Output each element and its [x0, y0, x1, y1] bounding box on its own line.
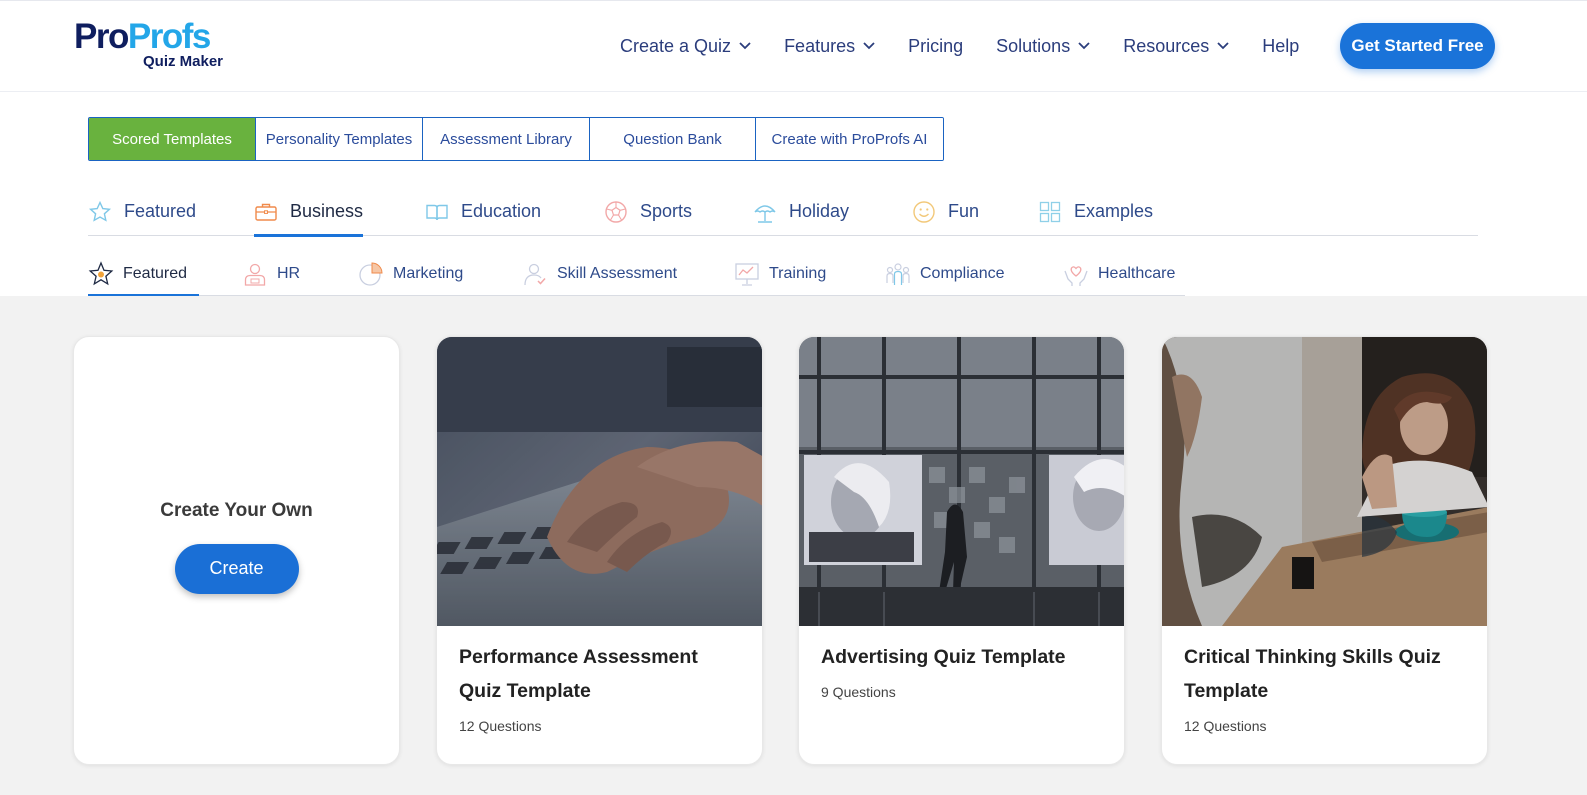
chevron-down-icon: [863, 42, 875, 50]
building-billboards-photo: [799, 337, 1124, 626]
category-tab-label: Business: [290, 201, 364, 221]
tab-scored-templates[interactable]: Scored Templates: [89, 118, 256, 160]
category-tab-examples[interactable]: Examples: [1038, 188, 1153, 235]
template-card[interactable]: Performance Assessment Quiz Template 12 …: [436, 336, 763, 765]
category-tab-business[interactable]: Business: [254, 188, 364, 237]
laptop-typing-photo: [437, 337, 762, 626]
tab-personality-templates[interactable]: Personality Templates: [256, 118, 423, 160]
template-type-tabs: Scored Templates Personality Templates A…: [88, 117, 944, 161]
nav-label: Features: [784, 35, 856, 56]
template-title[interactable]: Critical Thinking Skills Quiz Template: [1162, 626, 1487, 708]
heart-hands-icon: [1063, 261, 1089, 287]
subcategory-tab-marketing[interactable]: Marketing: [358, 252, 463, 295]
nav-solutions[interactable]: Solutions: [996, 36, 1090, 57]
subcategory-tab-label: Compliance: [920, 264, 1005, 282]
cafe-conversation-photo: [1162, 337, 1487, 626]
nav-resources[interactable]: Resources: [1123, 36, 1229, 57]
get-started-free-button[interactable]: Get Started Free: [1340, 23, 1495, 69]
category-tab-label: Examples: [1074, 201, 1154, 221]
subcategory-tab-label: Healthcare: [1098, 264, 1176, 282]
subcategory-tab-training[interactable]: Training: [734, 252, 826, 295]
site-header: ProProfs Quiz Maker Create a Quiz Featur…: [0, 0, 1587, 92]
briefcase-icon: [254, 200, 278, 224]
chevron-down-icon: [739, 42, 751, 50]
template-card[interactable]: Advertising Quiz Template 9 Questions: [798, 336, 1125, 765]
nav-features[interactable]: Features: [784, 36, 875, 57]
tab-question-bank[interactable]: Question Bank: [590, 118, 756, 160]
subcategory-tab-healthcare[interactable]: Healthcare: [1063, 252, 1175, 295]
subcategory-tab-skill-assessment[interactable]: Skill Assessment: [522, 252, 677, 295]
book-icon: [425, 200, 449, 224]
person-icon: [242, 261, 268, 287]
create-your-own-title: Create Your Own: [160, 499, 313, 521]
umbrella-icon: [753, 200, 777, 224]
tab-create-with-ai[interactable]: Create with ProProfs AI: [756, 118, 943, 160]
subcategory-tab-label: HR: [277, 264, 301, 282]
subcategory-tab-label: Featured: [123, 264, 188, 282]
template-title[interactable]: Performance Assessment Quiz Template: [437, 626, 762, 708]
pie-chart-icon: [358, 261, 384, 287]
category-tabs: Featured Business Education Sports Holid…: [88, 188, 1478, 237]
nav-create-a-quiz[interactable]: Create a Quiz: [620, 36, 751, 57]
ball-icon: [604, 200, 628, 224]
subcategory-tab-hr[interactable]: HR: [242, 252, 300, 295]
category-tab-label: Sports: [640, 201, 693, 221]
main-nav: Create a Quiz Features Pricing Solutions…: [620, 24, 1332, 68]
nav-help[interactable]: Help: [1262, 36, 1299, 57]
category-tab-education[interactable]: Education: [425, 188, 541, 235]
category-tab-label: Featured: [124, 201, 197, 221]
grid-icon: [1038, 200, 1062, 224]
category-tab-label: Holiday: [789, 201, 850, 221]
person-check-icon: [522, 261, 548, 287]
question-count: 12 Questions: [1184, 718, 1267, 734]
create-your-own-card: Create Your Own Create: [73, 336, 400, 765]
chevron-down-icon: [1078, 42, 1090, 50]
proprofs-logo[interactable]: ProProfs Quiz Maker: [74, 19, 234, 75]
group-icon: [885, 261, 911, 287]
category-tab-label: Education: [461, 201, 542, 221]
nav-label: Pricing: [908, 35, 964, 56]
logo-profs-text: Profs: [127, 17, 211, 56]
star-icon: [88, 200, 112, 224]
category-tab-sports[interactable]: Sports: [604, 188, 692, 235]
create-button[interactable]: Create: [174, 543, 299, 594]
subcategory-tab-label: Marketing: [393, 264, 464, 282]
presentation-icon: [734, 261, 760, 287]
nav-label: Create a Quiz: [620, 35, 732, 56]
question-count: 12 Questions: [459, 718, 542, 734]
star-badge-icon: [88, 260, 114, 287]
nav-pricing[interactable]: Pricing: [908, 36, 963, 57]
subcategory-tab-label: Skill Assessment: [557, 264, 678, 282]
subcategory-tabs: Featured HR Marketing Skill Assessment T…: [88, 252, 1185, 297]
tab-assessment-library[interactable]: Assessment Library: [423, 118, 590, 160]
category-tab-holiday[interactable]: Holiday: [753, 188, 849, 235]
nav-label: Resources: [1123, 35, 1210, 56]
logo-pro-text: Pro: [74, 17, 129, 56]
template-card[interactable]: Critical Thinking Skills Quiz Template 1…: [1161, 336, 1488, 765]
template-title[interactable]: Advertising Quiz Template: [799, 626, 1124, 674]
category-tab-fun[interactable]: Fun: [912, 188, 979, 235]
category-tab-featured[interactable]: Featured: [88, 188, 196, 235]
category-tab-label: Fun: [948, 201, 980, 221]
logo-subtitle: Quiz Maker: [143, 53, 224, 70]
template-grid: Create Your Own Create Performance Asses…: [0, 296, 1587, 795]
subcategory-tab-compliance[interactable]: Compliance: [885, 252, 1004, 295]
nav-label: Help: [1262, 35, 1300, 56]
subcategory-tab-label: Training: [769, 264, 827, 282]
nav-label: Solutions: [996, 35, 1071, 56]
question-count: 9 Questions: [821, 684, 896, 700]
chevron-down-icon: [1217, 42, 1229, 50]
smiley-icon: [912, 200, 936, 224]
subcategory-tab-featured[interactable]: Featured: [88, 252, 200, 297]
